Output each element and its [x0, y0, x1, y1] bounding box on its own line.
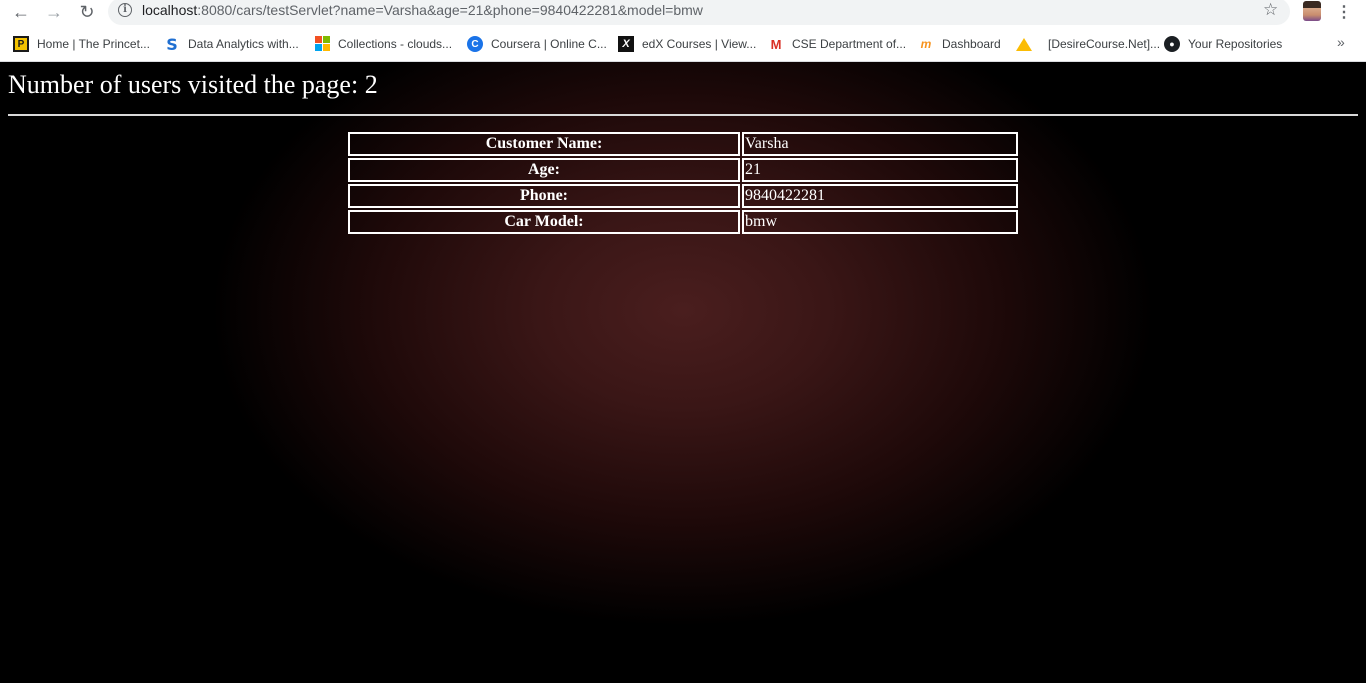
- bookmark-item[interactable]: Collections - clouds...: [314, 35, 452, 53]
- row-label: Phone:: [348, 184, 740, 208]
- bookmark-label: Your Repositories: [1188, 37, 1283, 51]
- bookmarks-bar: P Home | The Princet... S Data Analytics…: [0, 26, 1366, 62]
- bookmark-item[interactable]: M CSE Department of...: [768, 35, 906, 53]
- url-path: :8080/cars/testServlet?name=Varsha&age=2…: [197, 2, 703, 18]
- kebab-menu-icon[interactable]: ⋮: [1336, 2, 1352, 22]
- bookmark-label: Home | The Princet...: [37, 37, 150, 51]
- princeton-review-icon: P: [13, 36, 29, 52]
- microsoft-logo-icon: [314, 36, 330, 52]
- page-content: Number of users visited the page: 2 Cust…: [0, 62, 1366, 683]
- row-value: Varsha: [742, 132, 1018, 156]
- row-value: 21: [742, 158, 1018, 182]
- row-label: Age:: [348, 158, 740, 182]
- edx-icon: X: [618, 36, 634, 52]
- bookmark-item[interactable]: [DesireCourse.Net]...: [1016, 35, 1160, 53]
- row-value: bmw: [742, 210, 1018, 234]
- forward-arrow-icon[interactable]: →: [43, 1, 65, 23]
- bookmark-item[interactable]: ● Your Repositories: [1164, 35, 1282, 53]
- bookmark-item[interactable]: P Home | The Princet...: [13, 35, 150, 53]
- bookmark-label: Dashboard: [942, 37, 1001, 51]
- bookmark-item[interactable]: C Coursera | Online C...: [467, 35, 607, 53]
- url-text[interactable]: localhost:8080/cars/testServlet?name=Var…: [142, 2, 703, 18]
- more-bookmarks-chevron-icon[interactable]: »: [1337, 34, 1345, 50]
- horizontal-rule: [8, 114, 1358, 116]
- customer-info-table: Customer Name: Varsha Age: 21 Phone: 984…: [346, 130, 1020, 236]
- bookmark-label: Data Analytics with...: [188, 37, 299, 51]
- address-bar[interactable]: i localhost:8080/cars/testServlet?name=V…: [108, 0, 1290, 25]
- coursera-icon: C: [467, 36, 483, 52]
- row-label: Customer Name:: [348, 132, 740, 156]
- table-row: Car Model: bmw: [348, 210, 1018, 234]
- bookmark-star-icon[interactable]: ☆: [1263, 0, 1278, 20]
- reload-icon[interactable]: ↻: [76, 1, 98, 23]
- s-logo-icon: S: [166, 34, 178, 54]
- url-host: localhost: [142, 2, 198, 18]
- table-row: Age: 21: [348, 158, 1018, 182]
- gmail-icon: M: [770, 36, 782, 52]
- google-drive-icon: [1016, 37, 1032, 51]
- bookmark-label: edX Courses | View...: [642, 37, 757, 51]
- page-title: Number of users visited the page: 2: [8, 70, 378, 99]
- back-arrow-icon[interactable]: ←: [10, 1, 32, 23]
- row-label: Car Model:: [348, 210, 740, 234]
- bookmark-label: [DesireCourse.Net]...: [1048, 37, 1161, 51]
- bookmark-item[interactable]: S Data Analytics with...: [164, 34, 299, 54]
- site-info-icon[interactable]: i: [118, 3, 132, 17]
- table-row: Customer Name: Varsha: [348, 132, 1018, 156]
- moodle-icon: m: [920, 37, 932, 51]
- bookmark-label: Coursera | Online C...: [491, 37, 607, 51]
- row-value: 9840422281: [742, 184, 1018, 208]
- github-icon: ●: [1164, 36, 1180, 52]
- table-row: Phone: 9840422281: [348, 184, 1018, 208]
- profile-avatar[interactable]: [1303, 1, 1321, 21]
- browser-toolbar: ← → ↻ i localhost:8080/cars/testServlet?…: [0, 0, 1366, 26]
- bookmark-item[interactable]: X edX Courses | View...: [618, 35, 756, 53]
- bookmark-item[interactable]: m Dashboard: [918, 35, 1001, 53]
- bookmark-label: CSE Department of...: [792, 37, 907, 51]
- bookmark-label: Collections - clouds...: [338, 37, 453, 51]
